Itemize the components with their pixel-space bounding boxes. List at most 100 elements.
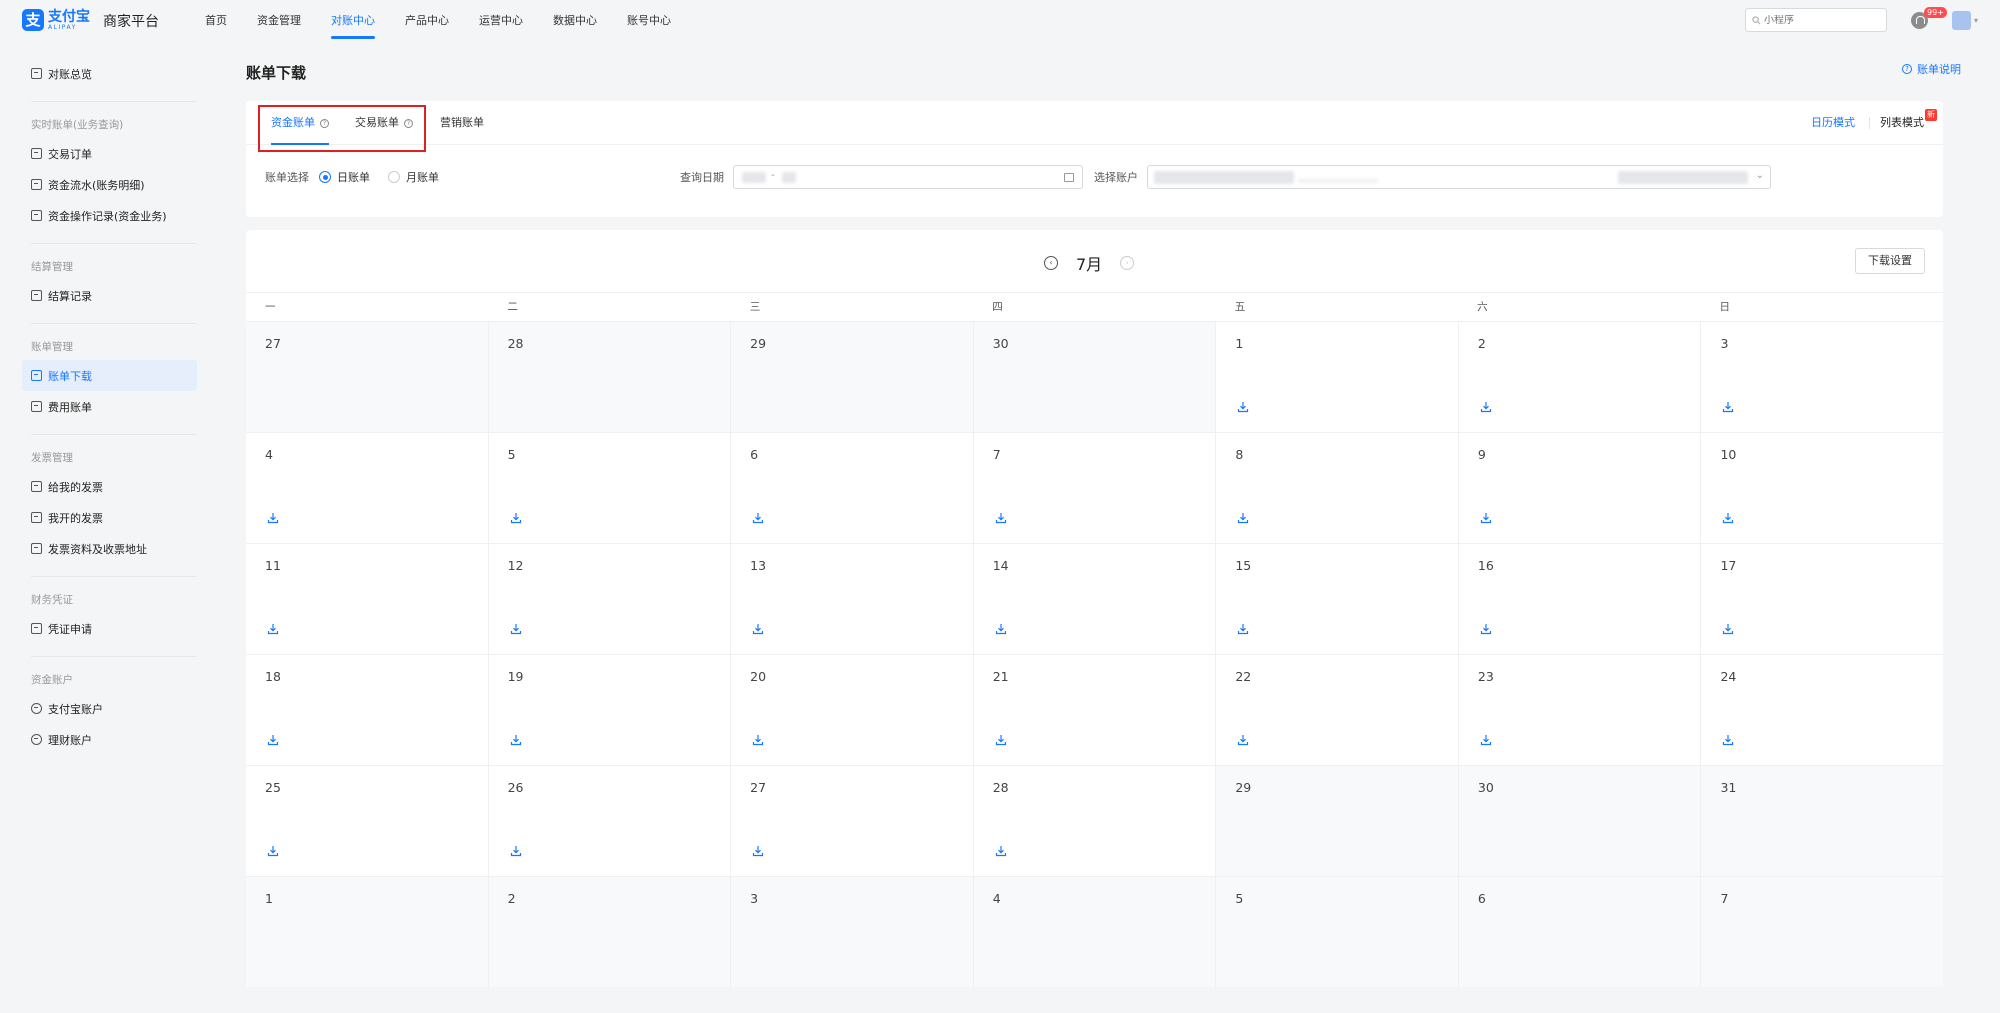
question-icon[interactable]: ?	[320, 118, 329, 128]
sidebar-item-fee-bill[interactable]: 费用账单	[22, 391, 197, 422]
sidebar-item-settlement-records[interactable]: 结算记录	[22, 280, 197, 311]
chevron-down-icon[interactable]: ▾	[1974, 16, 1978, 25]
calendar-day-cell[interactable]: 10	[1701, 432, 1944, 543]
calendar-day-cell[interactable]: 6	[731, 432, 974, 543]
download-icon[interactable]	[267, 845, 279, 857]
search-box[interactable]	[1745, 8, 1887, 32]
download-icon[interactable]	[510, 512, 522, 524]
download-icon[interactable]	[752, 734, 764, 746]
tab-marketing-bill[interactable]: 营销账单	[440, 101, 484, 145]
sidebar-item-invoices-issued[interactable]: 我开的发票	[22, 502, 197, 533]
calendar-day-cell[interactable]: 16	[1458, 543, 1702, 654]
calendar-day-cell[interactable]: 23	[1458, 654, 1702, 765]
bill-help-link[interactable]: ? 账单说明	[1902, 61, 1961, 77]
download-icon[interactable]	[510, 734, 522, 746]
download-icon[interactable]	[1237, 734, 1249, 746]
tab-trade-bill[interactable]: 交易账单 ?	[355, 101, 413, 145]
download-icon[interactable]	[752, 512, 764, 524]
next-month-icon[interactable]: ›	[1120, 256, 1135, 270]
question-icon[interactable]: ?	[404, 118, 413, 128]
download-icon[interactable]	[995, 734, 1007, 746]
list-mode-link[interactable]: 列表模式	[1880, 101, 1924, 145]
calendar-day-cell[interactable]: 28	[973, 765, 1217, 876]
radio-label[interactable]: 月账单	[406, 169, 439, 185]
calendar-day-cell[interactable]: 12	[488, 543, 732, 654]
calendar-day-cell[interactable]: 18	[246, 654, 489, 765]
calendar-day-cell[interactable]: 1	[1216, 321, 1459, 432]
calendar-day-cell[interactable]: 4	[246, 432, 489, 543]
nav-account[interactable]: 账号中心	[627, 0, 671, 42]
sidebar-item-wealth-account[interactable]: 理财账户	[22, 724, 197, 755]
calendar-mode-link[interactable]: 日历模式	[1811, 101, 1855, 145]
calendar-day-cell[interactable]: 15	[1216, 543, 1459, 654]
calendar-day-cell[interactable]: 25	[246, 765, 489, 876]
download-icon[interactable]	[1237, 512, 1249, 524]
calendar-day-cell[interactable]: 13	[731, 543, 974, 654]
calendar-day-cell[interactable]: 26	[488, 765, 732, 876]
download-icon[interactable]	[995, 845, 1007, 857]
download-icon[interactable]	[510, 845, 522, 857]
calendar-day-cell[interactable]: 17	[1701, 543, 1944, 654]
download-icon[interactable]	[1722, 512, 1734, 524]
calendar-day-cell[interactable]: 9	[1458, 432, 1702, 543]
calendar-day-cell[interactable]: 27	[731, 765, 974, 876]
avatar[interactable]	[1952, 11, 1971, 30]
download-icon[interactable]	[995, 512, 1007, 524]
calendar-day-cell[interactable]: 22	[1216, 654, 1459, 765]
nav-reconciliation[interactable]: 对账中心	[331, 0, 375, 42]
download-icon[interactable]	[1480, 512, 1492, 524]
sidebar-item-voucher-request[interactable]: 凭证申请	[22, 613, 197, 644]
sidebar-item-label: 资金操作记录(资金业务)	[48, 209, 167, 223]
download-icon[interactable]	[1480, 401, 1492, 413]
calendar-day-cell[interactable]: 14	[973, 543, 1217, 654]
calendar-day-cell[interactable]: 7	[973, 432, 1217, 543]
monthly-bill-radio[interactable]	[388, 171, 400, 183]
download-icon[interactable]	[1722, 401, 1734, 413]
download-icon[interactable]	[1722, 623, 1734, 635]
download-icon[interactable]	[267, 734, 279, 746]
account-select[interactable]: ⌄	[1147, 165, 1771, 189]
calendar-day-cell[interactable]: 20	[731, 654, 974, 765]
nav-data[interactable]: 数据中心	[553, 0, 597, 42]
daily-bill-radio[interactable]	[319, 171, 331, 183]
calendar-day-cell[interactable]: 8	[1216, 432, 1459, 543]
calendar-day-cell[interactable]: 11	[246, 543, 489, 654]
calendar-day-cell: 27	[246, 321, 489, 432]
sidebar-item-trade-orders[interactable]: 交易订单	[22, 138, 197, 169]
nav-operations[interactable]: 运营中心	[479, 0, 523, 42]
calendar-day-cell[interactable]: 2	[1458, 321, 1702, 432]
radio-label[interactable]: 日账单	[337, 169, 370, 185]
tab-fund-bill[interactable]: 资金账单 ?	[271, 101, 329, 145]
download-icon[interactable]	[1237, 401, 1249, 413]
sidebar-item-invoice-info[interactable]: 发票资料及收票地址	[22, 533, 197, 564]
download-icon[interactable]	[752, 623, 764, 635]
download-icon[interactable]	[1237, 623, 1249, 635]
sidebar-item-invoices-received[interactable]: 给我的发票	[22, 471, 197, 502]
calendar-day-cell[interactable]: 3	[1701, 321, 1944, 432]
calendar-day-cell[interactable]: 5	[488, 432, 732, 543]
alipay-logo[interactable]: 支 支付宝 ALIPAY	[22, 9, 90, 31]
download-icon[interactable]	[510, 623, 522, 635]
download-settings-button[interactable]: 下载设置	[1855, 248, 1925, 274]
search-input[interactable]	[1764, 14, 1874, 26]
date-range-input[interactable]: -	[733, 165, 1083, 189]
download-icon[interactable]	[1722, 734, 1734, 746]
sidebar-item-bill-download[interactable]: 账单下载	[22, 360, 197, 391]
nav-funds[interactable]: 资金管理	[257, 0, 301, 42]
calendar-day-cell[interactable]: 24	[1701, 654, 1944, 765]
download-icon[interactable]	[995, 623, 1007, 635]
nav-products[interactable]: 产品中心	[405, 0, 449, 42]
download-icon[interactable]	[267, 512, 279, 524]
sidebar-item-alipay-account[interactable]: 支付宝账户	[22, 693, 197, 724]
calendar-day-cell[interactable]: 21	[973, 654, 1217, 765]
calendar-day-cell[interactable]: 19	[488, 654, 732, 765]
sidebar-item-fund-flow[interactable]: 资金流水(账务明细)	[22, 169, 197, 200]
nav-home[interactable]: 首页	[205, 0, 227, 42]
sidebar-item-overview[interactable]: 对账总览	[22, 58, 197, 89]
download-icon[interactable]	[1480, 623, 1492, 635]
sidebar-item-fund-operations[interactable]: 资金操作记录(资金业务)	[22, 200, 197, 231]
download-icon[interactable]	[752, 845, 764, 857]
download-icon[interactable]	[1480, 734, 1492, 746]
download-icon[interactable]	[267, 623, 279, 635]
prev-month-icon[interactable]: ‹	[1044, 256, 1058, 270]
